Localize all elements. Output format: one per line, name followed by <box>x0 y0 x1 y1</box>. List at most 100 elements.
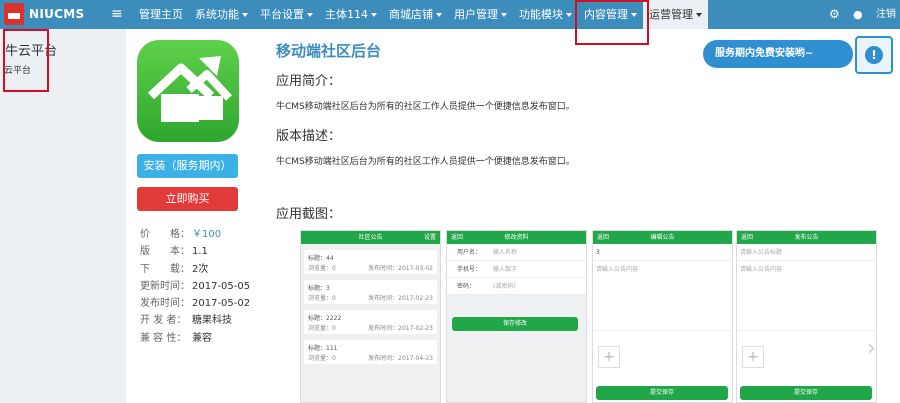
screenshot-title: 社区公告 <box>358 234 383 241</box>
info-value: 1.1 <box>192 246 208 258</box>
info-value: 2017-05-05 <box>192 280 251 292</box>
nav-menu-label: 平台设置 <box>260 8 304 21</box>
add-image-icon: + <box>742 346 764 368</box>
top-navbar: NIUCMS ≡ 管理主页 系统功能 平台设置 主体114 商城店铺 用户管理 功能模块 内容… <box>0 0 900 29</box>
version-text: 牛CMS移动端社区后台为所有的社区工作人员提供一个便捷信息发布窗口。 <box>276 157 575 167</box>
install-button[interactable]: 安装（服务期内） <box>137 154 238 178</box>
form-row: 手机号： 输入数字 <box>447 261 586 278</box>
submit-button: 提交保存 <box>596 386 728 400</box>
info-key: 价 格： <box>140 229 190 240</box>
info-key: 版 本： <box>140 246 190 258</box>
screenshot-edit-announcement[interactable]: 返回 编辑公告 3 请输入公告内容 + 提交保存 <box>592 230 733 403</box>
form-placeholder: 输入名称 <box>493 249 518 256</box>
announcement-date: 发布时间：2017-02-23 <box>368 325 433 332</box>
info-row: 下 载： 2次 <box>140 261 250 278</box>
nav-menu-item[interactable]: 主体114 <box>319 0 383 29</box>
nav-menu-item[interactable]: 功能模块 <box>513 0 578 29</box>
content-field: 请输入公告内容 <box>593 261 732 331</box>
screenshot-header: 返回 发布公告 <box>737 231 876 244</box>
app-title: 移动端社区后台 <box>276 42 382 60</box>
save-changes-button: 保存修改 <box>452 317 578 331</box>
caret-down-icon <box>242 13 248 17</box>
caret-down-icon <box>307 13 313 17</box>
back-link: 返回 <box>741 234 754 241</box>
house-icon <box>147 56 232 122</box>
nav-menu-item[interactable]: 管理主页 <box>133 0 189 29</box>
form-row: 密码： (减密码) <box>447 278 586 295</box>
title-field: 3 <box>593 244 732 261</box>
info-key: 开 发 者： <box>140 315 187 327</box>
screenshot-announcements[interactable]: 社区公告 设置 标题：44 浏览量：0 发布时间：2017-03-02 标题：3 浏览量… <box>300 230 441 403</box>
next-screenshot-icon[interactable]: › <box>867 336 876 361</box>
intro-text: 牛CMS移动端社区后台为所有的社区工作人员提供一个便捷信息发布窗口。 <box>276 102 575 112</box>
screenshot-publish-announcement[interactable]: 返回 发布公告 请输入公告标题 请输入公告内容 + 提交保存 <box>736 230 877 403</box>
announcement-title: 标题：3 <box>308 285 330 292</box>
announcement-list: 标题：44 浏览量：0 发布时间：2017-03-02 标题：3 浏览量：0 发布时间：2… <box>301 250 440 364</box>
menu-toggle-icon[interactable]: ≡ <box>111 6 123 22</box>
submit-button: 提交保存 <box>740 386 872 400</box>
nav-menu-item[interactable]: 运营管理 <box>643 0 708 29</box>
version-heading: 版本描述： <box>276 129 342 144</box>
announcement-date: 发布时间：2017-04-23 <box>368 355 433 362</box>
announcement-card: 标题：44 浏览量：0 发布时间：2017-03-02 <box>304 250 437 274</box>
caret-down-icon <box>436 13 442 17</box>
announcement-card: 标题：111 浏览量：0 发布时间：2017-04-23 <box>304 340 437 364</box>
info-value: 2次 <box>192 263 209 275</box>
nav-menu-item[interactable]: 商城店铺 <box>383 0 448 29</box>
service-banner[interactable]: 服务期内免费安装哟~ ! <box>703 34 895 75</box>
info-key: 更新时间： <box>140 280 190 292</box>
tint-icon[interactable]: ● <box>853 0 863 29</box>
info-row: 开 发 者： 糖果科技 <box>140 312 250 329</box>
screenshot-header: 返回 修改资料 <box>447 231 586 244</box>
app-info-list: 价 格： ￥100 版 本： 1.1 下 载： 2次 更新时间： 2017-05-05 发布时间… <box>140 226 250 347</box>
announcement-browse: 浏览量：0 <box>308 325 336 332</box>
nav-menu-item[interactable]: 用户管理 <box>448 0 513 29</box>
back-link: 返回 <box>451 234 464 241</box>
nav-menu-label: 商城店铺 <box>389 8 433 21</box>
info-value: ￥100 <box>192 229 222 240</box>
highlight-box-sidebar <box>3 29 49 92</box>
announcement-card: 标题：2222 浏览量：0 发布时间：2017-02-23 <box>304 310 437 334</box>
info-value: 糖果科技 <box>192 315 232 327</box>
info-row: 发布时间： 2017-05-02 <box>140 295 250 312</box>
content-field: 请输入公告内容 <box>737 261 876 331</box>
form-label: 用户名： <box>457 249 482 256</box>
nav-menu-label: 系统功能 <box>195 8 239 21</box>
form-label: 密码： <box>457 283 476 290</box>
add-image-icon: + <box>598 346 620 368</box>
highlight-box-menu <box>575 0 649 45</box>
screenshot-title: 修改资料 <box>504 234 529 241</box>
announcement-browse: 浏览量：0 <box>308 265 336 272</box>
screens-heading: 应用截图： <box>276 207 342 222</box>
caret-down-icon <box>566 13 572 17</box>
caret-down-icon <box>371 13 377 17</box>
info-row: 更新时间： 2017-05-05 <box>140 278 250 295</box>
form-label: 手机号： <box>457 266 482 273</box>
screenshot-header: 返回 编辑公告 <box>593 231 732 244</box>
screenshot-edit-profile[interactable]: 返回 修改资料 用户名： 输入名称手机号： 输入数字密码： (减密码) 保存修改 <box>446 230 587 403</box>
info-value: 兼容 <box>192 332 212 344</box>
screenshot-settings: 设置 <box>423 234 436 241</box>
form-row: 用户名： 输入名称 <box>447 244 586 261</box>
nav-menu-label: 功能模块 <box>519 8 563 21</box>
screenshot-title: 发布公告 <box>794 234 819 241</box>
brand-name[interactable]: NIUCMS <box>29 7 84 21</box>
nav-menu-item[interactable]: 平台设置 <box>254 0 319 29</box>
screenshot-title: 编辑公告 <box>650 234 675 241</box>
form-placeholder: 输入数字 <box>493 266 518 273</box>
nav-menu-label: 管理主页 <box>139 8 183 21</box>
app-icon <box>137 40 239 142</box>
gear-icon[interactable]: ⚙ <box>829 0 840 29</box>
info-row: 兼 容 性： 兼容 <box>140 330 250 347</box>
profile-form: 用户名： 输入名称手机号： 输入数字密码： (减密码) <box>447 244 586 295</box>
info-row: 版 本： 1.1 <box>140 243 250 260</box>
logout-link[interactable]: 注销 <box>876 0 896 29</box>
nav-menu-item[interactable]: 系统功能 <box>189 0 254 29</box>
announcement-title: 标题：2222 <box>308 315 342 322</box>
announcement-title: 标题：111 <box>308 345 338 352</box>
announcement-title: 标题：44 <box>308 255 334 262</box>
niucms-logo[interactable] <box>4 3 24 25</box>
form-placeholder: (减密码) <box>493 283 516 290</box>
buy-now-button[interactable]: 立即购买 <box>137 187 238 211</box>
announcement-date: 发布时间：2017-02-23 <box>368 295 433 302</box>
